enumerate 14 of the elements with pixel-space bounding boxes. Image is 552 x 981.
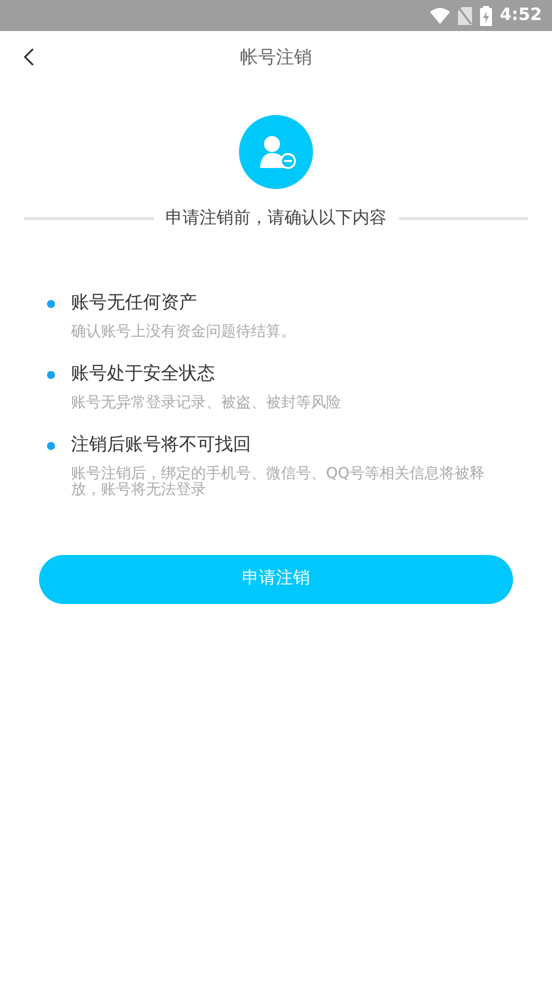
item-description: 账号注销后，绑定的手机号、微信号、QQ号等相关信息将被释放，账号将无法登录: [71, 464, 486, 496]
item-title: 账号处于安全状态: [71, 362, 216, 386]
apply-cancel-button[interactable]: 申请注销: [39, 554, 513, 604]
status-time: 4:52: [500, 4, 542, 27]
remove-user-icon: [239, 115, 313, 189]
wifi-icon: [430, 8, 450, 24]
intro-text: 申请注销前，请确认以下内容: [166, 207, 386, 230]
page-title: 帐号注销: [240, 46, 312, 70]
item-title: 注销后账号将不可找回: [71, 432, 252, 456]
item-title: 账号无任何资产: [71, 290, 198, 314]
no-sim-icon: [458, 6, 472, 24]
battery-charging-icon: [480, 6, 492, 26]
item-description: 账号无异常登录记录、被盗、被封等风险: [71, 394, 342, 410]
item-description: 确认账号上没有资金问题待结算。: [71, 322, 297, 338]
